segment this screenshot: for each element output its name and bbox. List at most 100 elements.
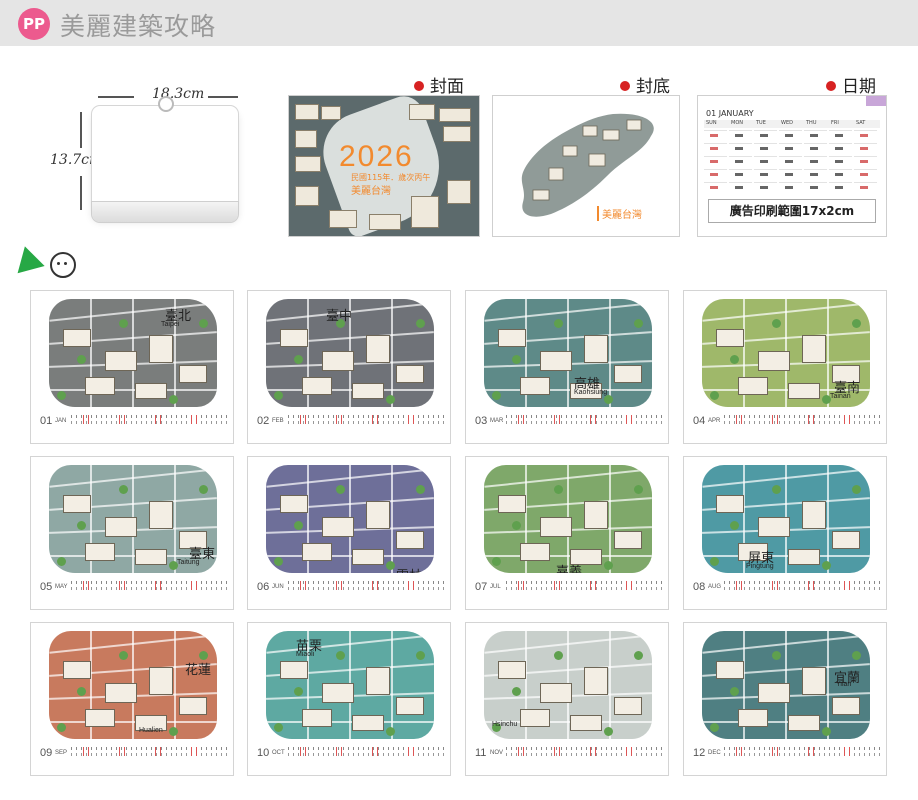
tree-icon [169, 727, 178, 736]
city-map-illustration: 雲林Yunlin [266, 465, 434, 573]
date-strip [288, 587, 444, 590]
weekend-marks [300, 747, 310, 756]
weekend-marks [372, 747, 382, 756]
date-cell [704, 130, 727, 142]
green-triangle-icon [11, 242, 45, 274]
tree-icon [274, 391, 283, 400]
date-strip [288, 753, 444, 756]
weekend-marks [808, 581, 818, 590]
tree-icon [852, 651, 861, 660]
map-road [266, 389, 434, 391]
weekday-label: SAT [856, 120, 866, 126]
tree-icon [416, 319, 425, 328]
tree-icon [554, 485, 563, 494]
building-illustration [295, 130, 317, 148]
building-illustration [63, 329, 91, 347]
red-dot-icon [620, 81, 630, 91]
day-strip [724, 414, 880, 426]
tree-icon [512, 687, 521, 696]
brand-badge: PP [18, 8, 50, 40]
red-dot-icon [414, 81, 424, 91]
tree-icon [634, 319, 643, 328]
building-illustration [570, 715, 602, 731]
tree-icon [554, 651, 563, 660]
tree-icon [822, 561, 831, 570]
weekend-marks [83, 581, 93, 590]
tree-icon [294, 521, 303, 530]
month-abbreviation: MAR [490, 418, 504, 424]
month-card-09: 花蓮 Hualien 09 SEP [30, 622, 234, 776]
building-illustration [366, 667, 390, 695]
date-cell [854, 143, 877, 155]
city-name-english: Miaoli [296, 651, 315, 658]
month-number: 11 [475, 747, 487, 759]
date-cell [729, 156, 752, 168]
date-cell [804, 130, 827, 142]
date-cell [754, 169, 777, 181]
weekend-marks [736, 581, 746, 590]
cover-year: 2026 [339, 140, 414, 173]
tree-icon [274, 557, 283, 566]
tree-icon [730, 687, 739, 696]
building-illustration [302, 377, 332, 395]
weekend-marks [554, 581, 564, 590]
building-illustration [63, 661, 91, 679]
building-illustration [105, 683, 137, 703]
tree-icon [294, 355, 303, 364]
building-illustration [443, 126, 471, 142]
cover-section-label: 封面 [414, 72, 464, 97]
tree-icon [634, 651, 643, 660]
weekend-marks [300, 581, 310, 590]
building-illustration [396, 697, 424, 715]
building-illustration [788, 715, 820, 731]
weekend-marks [590, 581, 600, 590]
date-strip [71, 753, 227, 756]
building-illustration [396, 531, 424, 549]
weekday-label: TUE [756, 120, 766, 126]
city-map-illustration: 高雄 Kaohsiung [484, 299, 652, 407]
girl-face-icon [50, 252, 76, 278]
weekend-marks [119, 581, 129, 590]
month-abbreviation: JUL [490, 584, 501, 590]
weekend-marks [119, 415, 129, 424]
back-preview: 美麗台灣 [492, 95, 680, 237]
city-name-english: Taipei [161, 321, 180, 328]
building-illustration [409, 104, 435, 120]
tree-icon [822, 727, 831, 736]
cover-brand: 美麗台灣 [351, 186, 391, 197]
date-strip [288, 421, 444, 424]
tree-icon [386, 561, 395, 570]
weekend-marks [408, 415, 418, 424]
month-abbreviation: FEB [272, 418, 284, 424]
weekend-marks [372, 581, 382, 590]
date-cell [779, 156, 802, 168]
month-abbreviation: JAN [55, 418, 67, 424]
tree-icon [386, 727, 395, 736]
month-abbreviation: MAY [55, 584, 68, 590]
day-strip [71, 414, 227, 426]
date-cell [704, 156, 727, 168]
date-cell [704, 143, 727, 155]
building-illustration [352, 383, 384, 399]
city-map-illustration: 臺東 Taitung [49, 465, 217, 573]
month-number: 09 [40, 747, 53, 759]
tree-icon [492, 557, 501, 566]
weekday-label: FRI [831, 120, 839, 126]
stand-base [92, 202, 238, 222]
city-name-english: Hualien [139, 727, 163, 734]
date-cell [779, 169, 802, 181]
building-illustration [149, 667, 173, 695]
weekend-marks [155, 415, 165, 424]
weekend-marks [590, 747, 600, 756]
tree-icon [336, 651, 345, 660]
tree-icon [604, 561, 613, 570]
building-illustration [540, 683, 572, 703]
tree-icon [852, 485, 861, 494]
date-cell [754, 130, 777, 142]
date-cell [754, 143, 777, 155]
building-illustration [498, 495, 526, 513]
day-strip [288, 580, 444, 592]
building-illustration [758, 517, 790, 537]
building-illustration [447, 180, 471, 204]
weekend-marks [626, 747, 636, 756]
